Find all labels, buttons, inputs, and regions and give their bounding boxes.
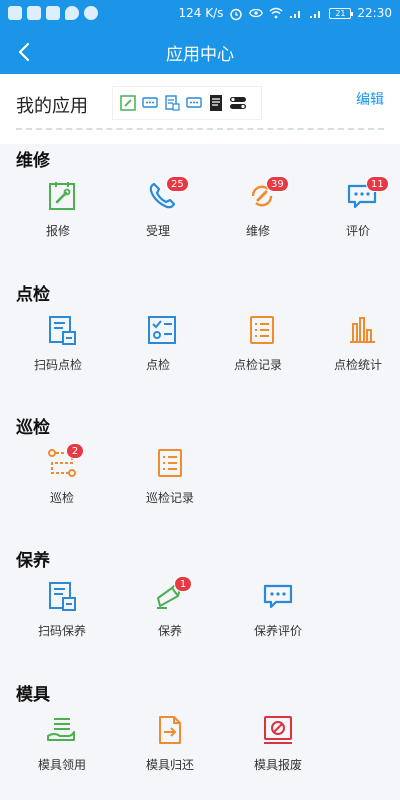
scan-doc-icon (49, 316, 76, 345)
signal-2g-icon (309, 7, 323, 19)
notification-badge: 2 (66, 443, 84, 459)
app-icon (8, 6, 22, 20)
app-mold-receive[interactable]: 模具领用 (16, 706, 108, 782)
app-icon (46, 6, 60, 20)
section-title: 点检 (16, 285, 50, 305)
app-label: 点检统计 (333, 358, 382, 372)
app-label: 维修 (245, 224, 270, 238)
app-label: 报修 (45, 224, 70, 238)
return-doc-icon (159, 716, 181, 744)
app-evaluate[interactable]: 11 评价 (316, 172, 400, 248)
list-icon (158, 449, 182, 477)
eye-icon (249, 7, 264, 19)
app-mold-return[interactable]: 模具归还 (124, 706, 216, 782)
app-label: 模具领用 (37, 758, 86, 772)
divider (16, 128, 384, 130)
my-apps-shortcuts[interactable] (112, 86, 262, 120)
app-label: 点检 (145, 358, 170, 372)
bar-chart-icon (350, 317, 375, 343)
app-label: 模具报废 (253, 758, 302, 772)
notification-badge: 39 (266, 176, 289, 192)
status-indicators: 124 K/s 21 22:30 (178, 6, 392, 21)
network-speed: 124 K/s (178, 6, 224, 20)
hand-tray-icon (47, 718, 75, 741)
app-scan-inspection[interactable]: 扫码点检 (16, 306, 100, 382)
app-label: 评价 (345, 224, 370, 238)
app-label: 受理 (145, 224, 170, 238)
app-label: 保养 (157, 624, 182, 638)
scan-doc-icon[interactable] (163, 94, 181, 112)
app-icon (84, 6, 98, 20)
alarm-icon (229, 7, 243, 21)
notification-badge: 25 (166, 176, 189, 192)
app-patrol-record[interactable]: 巡检记录 (124, 439, 216, 515)
document-icon[interactable] (207, 94, 225, 112)
app-maintenance-evaluate[interactable]: 保养评价 (232, 572, 324, 648)
clock: 22:30 (357, 6, 392, 20)
app-scan-maintenance[interactable]: 扫码保养 (16, 572, 108, 648)
checklist-icon (148, 316, 176, 344)
app-label: 模具归还 (145, 758, 194, 772)
my-apps-bar: 我的应用 编辑 (0, 74, 400, 144)
list-icon (250, 316, 274, 344)
my-apps-label: 我的应用 (16, 96, 88, 117)
section-title: 保养 (16, 551, 50, 571)
scan-doc-icon (49, 582, 76, 611)
app-inspection-stats[interactable]: 点检统计 (316, 306, 400, 382)
status-bar: 124 K/s 21 22:30 (0, 0, 400, 30)
message-icon (65, 6, 79, 20)
app-mold-scrap[interactable]: 模具报废 (232, 706, 324, 782)
toggle-icon[interactable] (229, 94, 247, 112)
title-bar: 应用中心 (0, 30, 400, 74)
app-inspection[interactable]: 点检 (116, 306, 200, 382)
section-title: 巡检 (16, 418, 50, 438)
chat-icon[interactable] (141, 94, 159, 112)
app-icon (27, 6, 41, 20)
app-patrol[interactable]: 2 巡检 (16, 439, 108, 515)
section-title: 维修 (16, 151, 50, 171)
edit-button[interactable]: 编辑 (356, 89, 384, 109)
app-label: 点检记录 (233, 358, 282, 372)
wrench-icon[interactable] (119, 94, 137, 112)
signal-4g-icon (289, 7, 303, 19)
app-label: 巡检记录 (145, 491, 194, 505)
section-title: 模具 (16, 685, 50, 705)
app-label: 保养评价 (253, 624, 302, 638)
wrench-icon (49, 182, 75, 210)
notification-icons (8, 6, 98, 20)
notification-badge: 11 (366, 176, 389, 192)
app-inspection-record[interactable]: 点检记录 (216, 306, 300, 382)
notification-badge: 1 (174, 576, 192, 592)
app-label: 巡检 (49, 491, 74, 505)
app-report-repair[interactable]: 报修 (16, 172, 100, 248)
battery-icon: 21 (329, 7, 354, 19)
app-label: 扫码点检 (33, 358, 82, 372)
chat-icon (263, 584, 293, 609)
page-title: 应用中心 (166, 45, 234, 65)
app-maintenance[interactable]: 1 保养 (124, 572, 216, 648)
app-label: 扫码保养 (37, 624, 86, 638)
wifi-icon (269, 7, 283, 19)
scrap-icon (264, 716, 292, 744)
app-accept[interactable]: 25 受理 (116, 172, 200, 248)
chat-icon[interactable] (185, 94, 203, 112)
app-repair[interactable]: 39 维修 (216, 172, 300, 248)
